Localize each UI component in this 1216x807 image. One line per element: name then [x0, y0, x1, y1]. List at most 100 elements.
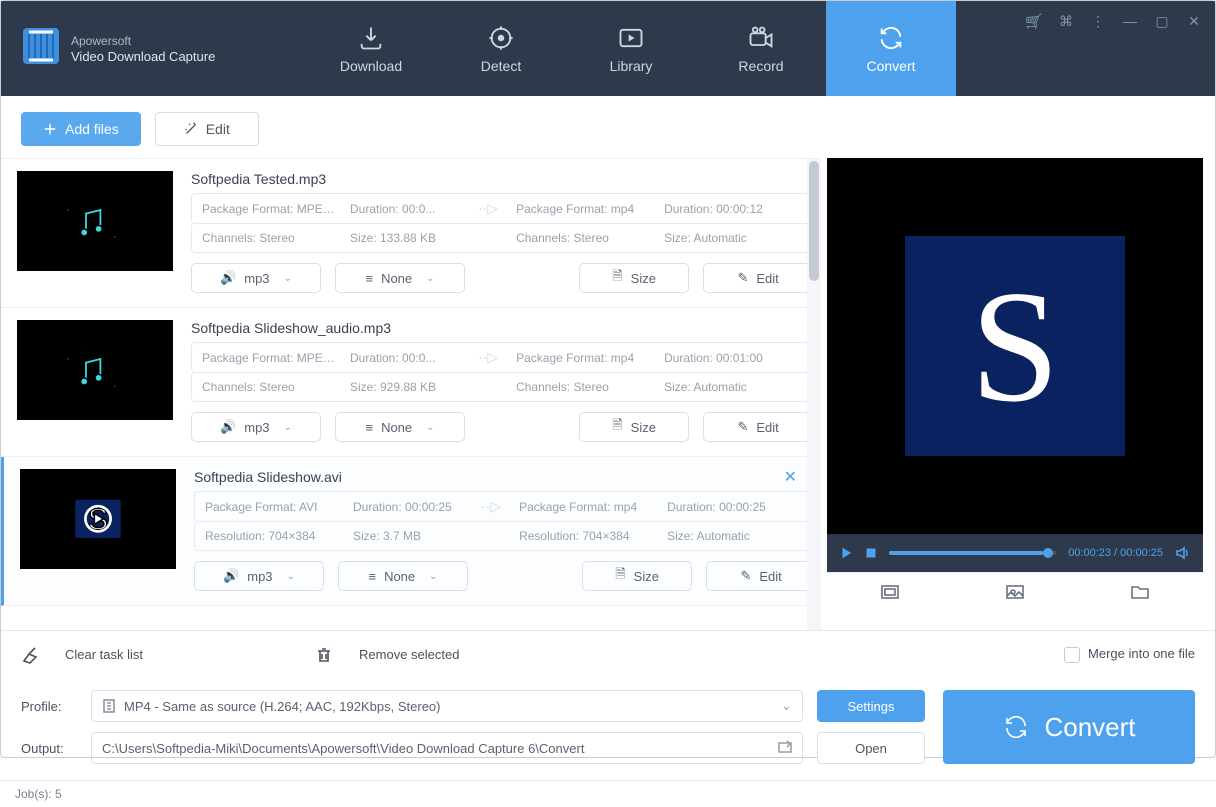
- profile-label: Profile:: [21, 699, 77, 714]
- seek-slider[interactable]: [889, 551, 1056, 555]
- action-bar: Clear task list Remove selected Merge in…: [1, 630, 1215, 678]
- wand-icon: [184, 122, 198, 136]
- audio-icon: 🔊: [220, 419, 236, 435]
- page-icon: 🗎: [612, 267, 622, 289]
- remove-selected-button[interactable]: Remove selected: [359, 647, 459, 662]
- preview-video: S: [827, 158, 1203, 534]
- edit-button[interactable]: Edit: [155, 112, 259, 146]
- brand-product: Video Download Capture: [71, 49, 215, 65]
- page-icon: 🗎: [615, 565, 625, 587]
- snapshot-icon[interactable]: [1005, 582, 1025, 607]
- browse-icon: [778, 740, 792, 757]
- open-output-button[interactable]: Open: [817, 732, 925, 764]
- remove-item-icon[interactable]: ✕: [784, 467, 797, 487]
- file-name: Softpedia Slideshow_audio.mp3: [191, 320, 813, 336]
- thumbnail: S: [20, 469, 176, 569]
- meta-row: Package Format: MPEG...Duration: 00:0...…: [191, 193, 813, 224]
- arrow-icon: ··▷: [470, 349, 506, 366]
- time-display: 00:00:23 / 00:00:25: [1068, 547, 1163, 559]
- volume-icon[interactable]: [1175, 545, 1191, 561]
- minimize-icon[interactable]: —: [1121, 13, 1139, 30]
- brand-company: Apowersoft: [71, 33, 215, 49]
- tab-library[interactable]: Library: [566, 1, 696, 96]
- preview-panel: S 00:00:23 / 00:00:25: [821, 158, 1215, 630]
- bottom-panel: Profile: MP4 - Same as source (H.264; AA…: [1, 678, 1215, 780]
- meta-row: Package Format: MPEG...Duration: 00:0...…: [191, 342, 813, 373]
- apps-icon[interactable]: ⌘: [1057, 13, 1075, 30]
- scrollbar[interactable]: [807, 159, 821, 630]
- file-item[interactable]: Softpedia Tested.mp3 Package Format: MPEG…: [1, 159, 821, 308]
- add-files-button[interactable]: Add files: [21, 112, 141, 146]
- audio-icon: 🔊: [223, 568, 239, 584]
- cart-icon[interactable]: 🛒: [1025, 13, 1043, 30]
- size-button[interactable]: 🗎 Size: [579, 412, 689, 442]
- clear-task-list-button[interactable]: Clear task list: [65, 647, 143, 662]
- subtitle-icon: ≡: [368, 569, 376, 584]
- file-item[interactable]: ✕ S Softpedia Slideshow.avi Package Format:…: [1, 457, 821, 606]
- file-item[interactable]: Softpedia Slideshow_audio.mp3 Package For…: [1, 308, 821, 457]
- close-icon[interactable]: ✕: [1185, 13, 1203, 30]
- wand-icon: ✎: [740, 568, 751, 584]
- stop-icon[interactable]: [865, 547, 877, 559]
- preview-frame: S: [905, 236, 1125, 456]
- profile-select[interactable]: MP4 - Same as source (H.264; AAC, 192Kbp…: [91, 690, 803, 722]
- tab-detect[interactable]: Detect: [436, 1, 566, 96]
- file-icon: [102, 699, 116, 713]
- window-controls: 🛒 ⌘ ⋮ — ▢ ✕: [1025, 13, 1203, 30]
- plus-icon: [43, 122, 57, 136]
- player-bar: 00:00:23 / 00:00:25: [827, 534, 1203, 572]
- output-path-input[interactable]: C:\Users\Softpedia-Miki\Documents\Apower…: [91, 732, 803, 764]
- meta-row: Package Format: AVIDuration: 00:00:25··▷…: [194, 491, 816, 522]
- folder-icon[interactable]: [1130, 582, 1150, 607]
- edit-item-button[interactable]: ✎ Edit: [706, 561, 816, 591]
- wand-icon: ✎: [737, 270, 748, 286]
- convert-button[interactable]: Convert: [943, 690, 1195, 764]
- library-icon: [617, 24, 645, 52]
- audio-icon: 🔊: [220, 270, 236, 286]
- tab-record[interactable]: Record: [696, 1, 826, 96]
- file-list: Softpedia Tested.mp3 Package Format: MPEG…: [1, 158, 821, 630]
- chevron-down-icon: ⌄: [781, 698, 792, 714]
- arrow-icon: ··▷: [470, 200, 506, 217]
- download-icon: [357, 24, 385, 52]
- record-icon: [747, 24, 775, 52]
- app-logo-icon: [21, 26, 61, 71]
- file-name: Softpedia Tested.mp3: [191, 171, 813, 187]
- toolbar: Add files Edit: [1, 96, 1215, 158]
- format-select[interactable]: 🔊 mp3 ⌄: [191, 412, 321, 442]
- meta-row2: Channels: StereoSize: 133.88 KB··▷Channe…: [191, 223, 813, 253]
- play-icon[interactable]: [839, 546, 853, 560]
- format-select[interactable]: 🔊 mp3 ⌄: [194, 561, 324, 591]
- subtitle-select[interactable]: ≡ None ⌄: [335, 412, 465, 442]
- edit-item-button[interactable]: ✎ Edit: [703, 412, 813, 442]
- settings-button[interactable]: Settings: [817, 690, 925, 722]
- titlebar: Apowersoft Video Download Capture Downlo…: [1, 1, 1215, 96]
- merge-checkbox[interactable]: Merge into one file: [1064, 646, 1195, 663]
- size-button[interactable]: 🗎 Size: [579, 263, 689, 293]
- page-icon: 🗎: [612, 416, 622, 438]
- tab-convert[interactable]: Convert: [826, 1, 956, 96]
- status-bar: Job(s): 5: [1, 780, 1215, 807]
- detect-icon: [487, 24, 515, 52]
- broom-icon: [21, 646, 39, 664]
- convert-icon: [877, 24, 905, 52]
- subtitle-select[interactable]: ≡ None ⌄: [338, 561, 468, 591]
- main-area: Softpedia Tested.mp3 Package Format: MPEG…: [1, 158, 1215, 630]
- subtitle-icon: ≡: [365, 420, 373, 435]
- subtitle-select[interactable]: ≡ None ⌄: [335, 263, 465, 293]
- maximize-icon[interactable]: ▢: [1153, 13, 1171, 30]
- more-icon[interactable]: ⋮: [1089, 13, 1107, 30]
- arrow-icon: ··▷: [473, 498, 509, 515]
- wand-icon: ✎: [737, 419, 748, 435]
- meta-row2: Resolution: 704×384Size: 3.7 MB··▷Resolu…: [194, 521, 816, 551]
- size-button[interactable]: 🗎 Size: [582, 561, 692, 591]
- format-select[interactable]: 🔊 mp3 ⌄: [191, 263, 321, 293]
- meta-row2: Channels: StereoSize: 929.88 KB··▷Channe…: [191, 372, 813, 402]
- edit-item-button[interactable]: ✎ Edit: [703, 263, 813, 293]
- convert-icon: [1002, 713, 1030, 741]
- logo-block: Apowersoft Video Download Capture: [1, 1, 306, 96]
- fullscreen-icon[interactable]: [880, 582, 900, 607]
- tab-download[interactable]: Download: [306, 1, 436, 96]
- thumbnail: [17, 171, 173, 271]
- file-name: Softpedia Slideshow.avi: [194, 469, 816, 485]
